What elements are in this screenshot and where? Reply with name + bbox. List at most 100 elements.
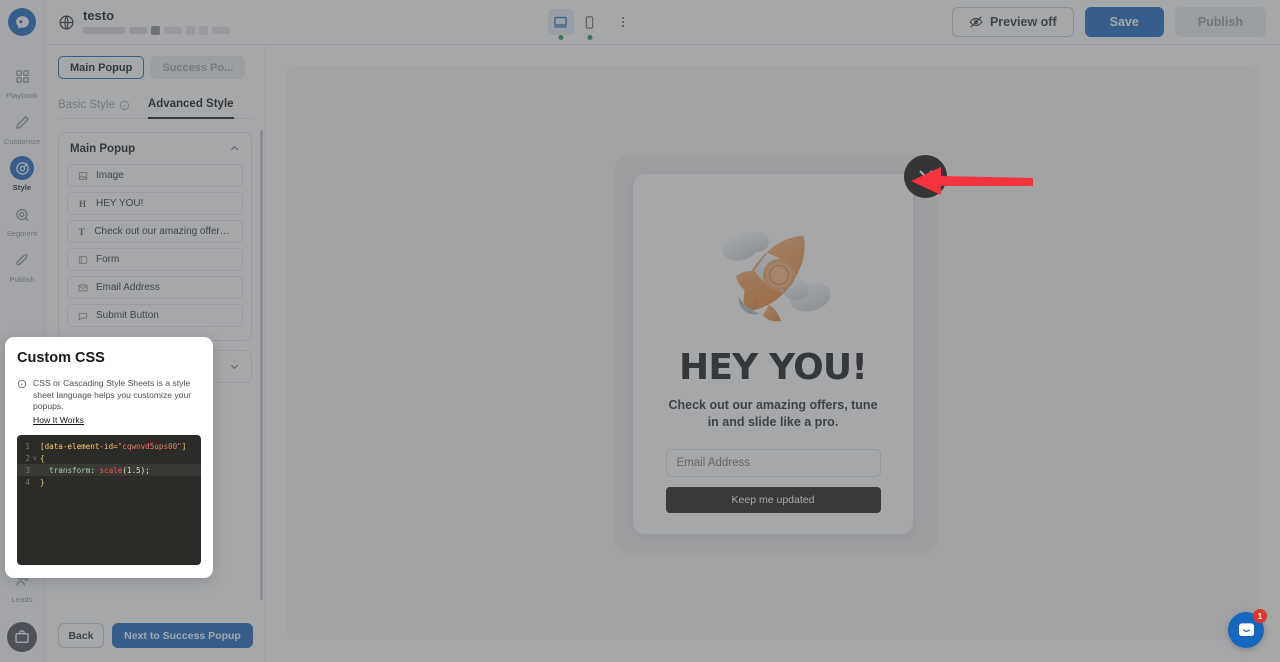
line-number: 1 (17, 442, 33, 451)
panel-footer: Back Next to Success Popup (45, 613, 266, 662)
list-item-submit-button[interactable]: Submit Button (67, 304, 243, 327)
back-button[interactable]: Back (58, 623, 104, 648)
custom-css-description-row: CSS or Cascading Style Sheets is a style… (17, 378, 201, 426)
code-line: 3 transform: scale(1.5); (17, 464, 201, 476)
project-title-block: testo (83, 9, 230, 35)
panel-scrollbar[interactable] (260, 130, 263, 600)
preview-toggle-label: Preview off (990, 15, 1057, 29)
tab-success-popup[interactable]: Success Po... (150, 56, 245, 79)
css-value: 1.5 (127, 466, 141, 475)
custom-css-title: Custom CSS (17, 350, 201, 366)
list-item-label: Submit Button (96, 310, 159, 321)
tab-basic-style[interactable]: Basic Style (58, 98, 130, 119)
popup-card: HEY YOU! Check out our amazing offers, t… (633, 174, 913, 534)
email-input[interactable] (666, 449, 881, 477)
chat-widget-button[interactable]: 1 (1228, 612, 1264, 648)
sidebar-item-playbook[interactable]: Playbook (0, 58, 45, 104)
text-icon: T (77, 227, 86, 237)
preview-canvas: HEY YOU! Check out our amazing offers, t… (286, 66, 1260, 640)
popup-tab-group: Main Popup Success Po... (45, 45, 265, 79)
preview-toggle-button[interactable]: Preview off (952, 7, 1074, 37)
next-to-success-popup-button[interactable]: Next to Success Popup (112, 623, 253, 648)
code-line: 4 } (17, 476, 201, 488)
list-item-label: HEY YOU! (96, 198, 143, 209)
how-it-works-link[interactable]: How It Works (33, 415, 84, 427)
submit-button[interactable]: Keep me updated (666, 487, 881, 513)
fold-marker[interactable]: v (33, 455, 40, 462)
skeleton-square (199, 26, 208, 35)
button-icon (77, 311, 88, 321)
list-item-image[interactable]: Image (67, 164, 243, 187)
style-tab-group: Basic Style Advanced Style (58, 97, 252, 119)
top-header: testo (45, 0, 1280, 45)
sidebar-label: Customize (4, 137, 40, 146)
code-line: 1 [data-element-id="cqwnvd5ups00"] (17, 440, 201, 452)
popup-subheading: Check out our amazing offers, tune in an… (666, 397, 881, 431)
sidebar-item-style[interactable]: Style (0, 150, 45, 196)
app-logo[interactable] (8, 8, 36, 36)
header-placeholder-row (83, 26, 230, 35)
tab-main-popup[interactable]: Main Popup (58, 56, 144, 79)
header-actions: Preview off Save Publish (952, 7, 1280, 37)
line-number: 2 (17, 454, 33, 463)
rocket-fin-bottom (763, 305, 781, 321)
code-line: 2 v { (17, 452, 201, 464)
code-text: [data-element-id="cqwnvd5ups00"] (40, 442, 186, 451)
sidebar-label: Segment (7, 229, 38, 238)
list-item-heading[interactable]: H HEY YOU! (67, 192, 243, 215)
sidebar-item-publish[interactable]: Publish (0, 242, 45, 288)
accordion-title: Main Popup (70, 143, 135, 155)
eye-off-icon (969, 15, 983, 29)
status-dot-online (587, 35, 592, 40)
line-number: 4 (17, 478, 33, 487)
briefcase-icon[interactable] (7, 622, 37, 652)
chevron-down-icon (229, 361, 240, 372)
accordion-main-popup: Main Popup Image H HEY YOU! (58, 132, 252, 341)
code-text: { (40, 454, 45, 463)
grid-icon (10, 64, 34, 88)
skeleton-bar (83, 27, 125, 34)
info-icon (119, 100, 130, 111)
chat-unread-badge: 1 (1253, 609, 1267, 623)
kebab-icon[interactable] (612, 9, 634, 35)
envelope-icon (77, 283, 88, 293)
chevron-up-icon (229, 143, 240, 154)
custom-css-popover: Custom CSS CSS or Cascading Style Sheets… (5, 337, 213, 578)
mobile-preview-button[interactable] (577, 9, 603, 35)
popup-heading: HEY YOU! (679, 347, 867, 388)
form-icon (77, 255, 88, 265)
list-item-label: Check out our amazing offers, tune... (94, 226, 233, 237)
list-item-label: Email Address (96, 282, 160, 293)
skeleton-bar (164, 27, 182, 34)
desktop-preview-button[interactable] (548, 9, 574, 35)
list-item-email-address[interactable]: Email Address (67, 276, 243, 299)
app-root: Playbook Customize Style Segment (0, 0, 1280, 662)
list-item-form[interactable]: Form (67, 248, 243, 271)
pencil-icon (10, 110, 34, 134)
sidebar-item-segment[interactable]: Segment (0, 196, 45, 242)
css-selector: [data-element-id= (40, 442, 118, 451)
target-icon (10, 202, 34, 226)
list-item-text[interactable]: T Check out our amazing offers, tune... (67, 220, 243, 243)
code-text: } (40, 478, 45, 487)
page-title: testo (83, 9, 230, 23)
css-bracket: ] (182, 442, 187, 451)
save-button[interactable]: Save (1085, 7, 1164, 37)
skeleton-bar (129, 27, 147, 34)
publish-button[interactable]: Publish (1175, 7, 1266, 37)
tab-advanced-style[interactable]: Advanced Style (148, 98, 234, 119)
red-arrow-left-icon (905, 165, 1033, 197)
line-number: 3 (17, 466, 33, 475)
rail-top-group: Playbook Customize Style Segment (0, 58, 45, 288)
css-function: scale (99, 466, 122, 475)
sidebar-item-customize[interactable]: Customize (0, 104, 45, 150)
css-property: transform (49, 466, 90, 475)
css-code-editor[interactable]: 1 [data-element-id="cqwnvd5ups00"] 2 v {… (17, 435, 201, 565)
popup-preview-frame: HEY YOU! Check out our amazing offers, t… (615, 155, 937, 553)
sidebar-label: Style (13, 183, 31, 192)
sidebar-label: Leads (12, 595, 33, 604)
accordion-main-popup-header[interactable]: Main Popup (59, 133, 251, 164)
skeleton-square (186, 26, 195, 35)
skeleton-square (151, 26, 160, 35)
custom-css-description-text: CSS or Cascading Style Sheets is a style… (33, 378, 191, 411)
